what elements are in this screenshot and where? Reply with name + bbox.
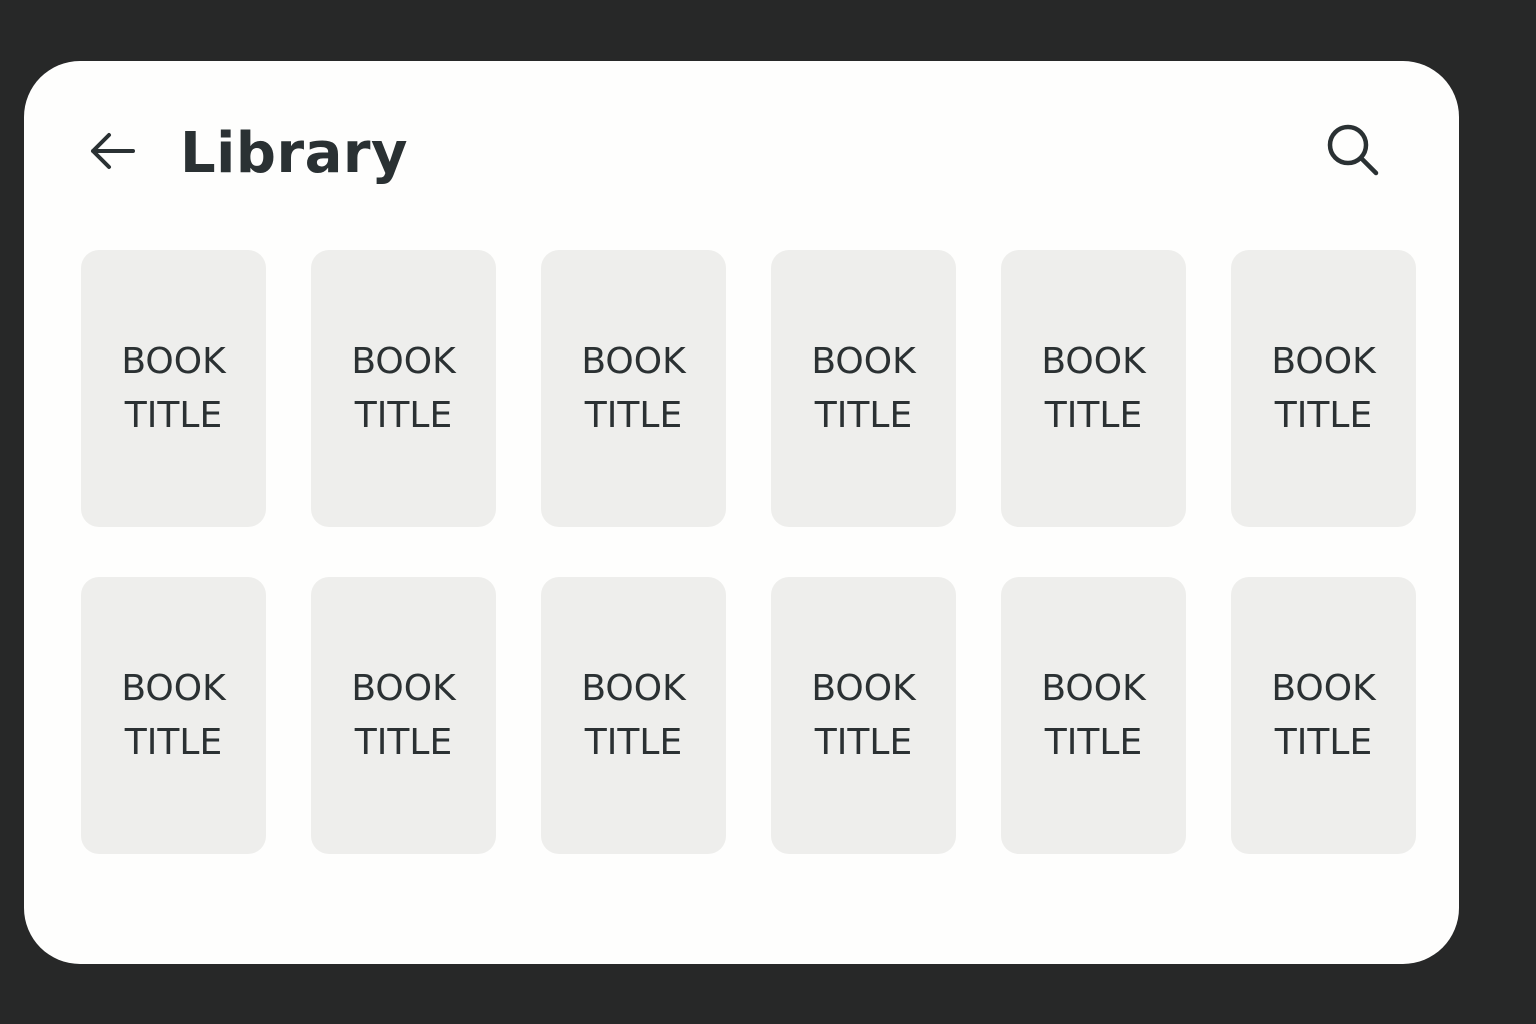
book-card[interactable]: BOOK TITLE [541,577,726,854]
book-card[interactable]: BOOK TITLE [81,250,266,527]
book-title: BOOK TITLE [1041,340,1146,436]
arrow-left-icon [91,133,135,169]
page-title: Library [180,121,408,186]
book-title: BOOK TITLE [1271,667,1376,763]
book-card[interactable]: BOOK TITLE [81,577,266,854]
book-card[interactable]: BOOK TITLE [1231,250,1416,527]
book-title: BOOK TITLE [581,340,686,436]
book-card[interactable]: BOOK TITLE [1001,250,1186,527]
library-screen: Library BOOK TITLE BOOK TITLE BOOK TITLE… [24,61,1459,964]
book-card[interactable]: BOOK TITLE [311,577,496,854]
back-button[interactable] [82,125,142,177]
book-title: BOOK TITLE [121,340,226,436]
book-title: BOOK TITLE [1271,340,1376,436]
book-card[interactable]: BOOK TITLE [311,250,496,527]
book-title: BOOK TITLE [1041,667,1146,763]
book-grid: BOOK TITLE BOOK TITLE BOOK TITLE BOOK TI… [81,250,1416,854]
search-button[interactable] [1320,117,1386,183]
book-title: BOOK TITLE [811,667,916,763]
book-title: BOOK TITLE [351,667,456,763]
book-card[interactable]: BOOK TITLE [771,250,956,527]
book-card[interactable]: BOOK TITLE [541,250,726,527]
book-title: BOOK TITLE [581,667,686,763]
book-card[interactable]: BOOK TITLE [1231,577,1416,854]
book-title: BOOK TITLE [121,667,226,763]
search-icon [1327,124,1379,176]
app-header: Library [24,61,1459,251]
book-card[interactable]: BOOK TITLE [1001,577,1186,854]
book-card[interactable]: BOOK TITLE [771,577,956,854]
book-title: BOOK TITLE [351,340,456,436]
book-title: BOOK TITLE [811,340,916,436]
